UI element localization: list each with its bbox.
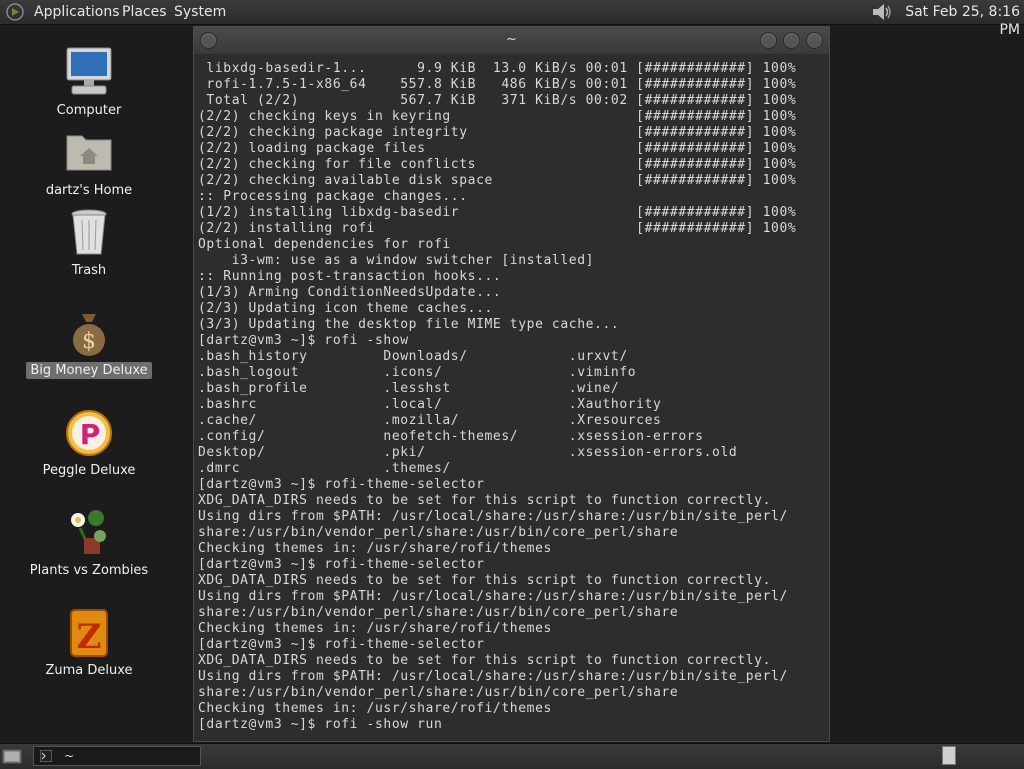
desktop-icon-zuma[interactable]: Z Zuma Deluxe [20, 606, 158, 679]
terminal-line: [dartz@vm3 ~]$ rofi -show run [198, 717, 443, 732]
terminal-line: [dartz@vm3 ~]$ rofi -show [198, 333, 409, 348]
terminal-line: (1/3) Arming ConditionNeedsUpdate... [198, 285, 502, 300]
svg-text:P: P [80, 418, 101, 451]
taskbar-item-label: ~ [64, 749, 75, 763]
terminal-line: (2/2) loading package files [###########… [198, 141, 797, 156]
terminal-window[interactable]: ~ libxdg-basedir-1... 9.9 KiB 13.0 KiB/s… [193, 26, 830, 742]
terminal-line: Using dirs from $PATH: /usr/local/share:… [198, 669, 788, 684]
terminal-line: (2/2) checking available disk space [###… [198, 173, 797, 188]
window-title: ~ [506, 32, 517, 47]
menu-places[interactable]: Places [122, 3, 167, 21]
desktop-icon-label: dartz's Home [45, 183, 133, 198]
terminal-line: (2/2) checking keys in keyring [########… [198, 109, 797, 124]
workspace-switcher[interactable] [942, 746, 956, 765]
terminal-line: (1/2) installing libxdg-basedir [#######… [198, 205, 797, 220]
terminal-line: XDG_DATA_DIRS needs to be set for this s… [198, 493, 772, 508]
terminal-line: Checking themes in: /usr/share/rofi/them… [198, 621, 552, 636]
minimize-button[interactable] [760, 32, 777, 49]
maximize-button[interactable] [783, 32, 800, 49]
terminal-line: i3-wm: use as a window switcher [install… [198, 253, 595, 268]
desktop-icon-label: Computer [56, 103, 122, 118]
terminal-line: .bash_history Downloads/ .urxvt/ [198, 349, 628, 364]
speaker-icon[interactable] [872, 3, 894, 21]
bottom-panel: ~ [0, 743, 1024, 769]
clock[interactable]: Sat Feb 25, 8:16 PM [900, 3, 1020, 39]
terminal-line: .bash_profile .lesshst .wine/ [198, 381, 620, 396]
terminal-line: Using dirs from $PATH: /usr/local/share:… [198, 589, 788, 604]
zuma-icon: Z [70, 609, 108, 657]
terminal-line: [dartz@vm3 ~]$ rofi-theme-selector [198, 557, 485, 572]
terminal-line: [dartz@vm3 ~]$ rofi-theme-selector [198, 637, 485, 652]
terminal-output[interactable]: libxdg-basedir-1... 9.9 KiB 13.0 KiB/s 0… [198, 61, 826, 737]
peggle-icon: P [66, 410, 112, 456]
desktop-icon-peggle[interactable]: P Peggle Deluxe [20, 406, 158, 479]
terminal-line: XDG_DATA_DIRS needs to be set for this s… [198, 653, 772, 668]
desktop-icon-big-money[interactable]: $ Big Money Deluxe [20, 306, 158, 379]
terminal-line: share:/usr/bin/vendor_perl/share:/usr/bi… [198, 525, 679, 540]
terminal-line: (2/3) Updating icon theme caches... [198, 301, 493, 316]
computer-icon [66, 47, 112, 95]
terminal-line: [dartz@vm3 ~]$ rofi-theme-selector [198, 477, 485, 492]
money-bag-icon: $ [73, 314, 105, 356]
terminal-line: XDG_DATA_DIRS needs to be set for this s… [198, 573, 772, 588]
terminal-line: .bashrc .local/ .Xauthority [198, 397, 662, 412]
terminal-line: Optional dependencies for rofi [198, 237, 451, 252]
menu-system[interactable]: System [174, 3, 226, 21]
terminal-line: .dmrc .themes/ [198, 461, 451, 476]
trash-icon [71, 209, 107, 255]
terminal-line: Checking themes in: /usr/share/rofi/them… [198, 541, 552, 556]
home-folder-icon [66, 135, 112, 171]
terminal-line: Total (2/2) 567.7 KiB 371 KiB/s 00:02 [#… [198, 93, 797, 108]
terminal-line: .bash_logout .icons/ .viminfo [198, 365, 637, 380]
terminal-line: (3/3) Updating the desktop file MIME typ… [198, 317, 620, 332]
terminal-line: share:/usr/bin/vendor_perl/share:/usr/bi… [198, 605, 679, 620]
menu-applications[interactable]: Applications [34, 3, 120, 21]
terminal-line: (2/2) checking for file conflicts [#####… [198, 157, 797, 172]
terminal-line: share:/usr/bin/vendor_perl/share:/usr/bi… [198, 685, 679, 700]
terminal-line: Using dirs from $PATH: /usr/local/share:… [198, 509, 788, 524]
terminal-line: libxdg-basedir-1... 9.9 KiB 13.0 KiB/s 0… [198, 61, 797, 76]
desktop-icon-computer[interactable]: Computer [20, 46, 158, 119]
terminal-line: :: Running post-transaction hooks... [198, 269, 502, 284]
terminal-line: .config/ neofetch-themes/ .xsession-erro… [198, 429, 704, 444]
desktop-icon-label: Peggle Deluxe [42, 463, 136, 478]
terminal-line: (2/2) checking package integrity [######… [198, 125, 797, 140]
top-panel: Applications Places System Sat Feb 25, 8… [0, 0, 1024, 38]
close-button[interactable] [806, 32, 823, 49]
desktop-icon-label: Big Money Deluxe [26, 362, 152, 379]
desktop-icon-label: Plants vs Zombies [29, 563, 149, 578]
gnome-foot-icon[interactable] [6, 3, 24, 21]
terminal-icon [40, 750, 52, 762]
desktop-icon-label: Zuma Deluxe [45, 663, 133, 678]
desktop-icon-pvz[interactable]: Plants vs Zombies [20, 506, 158, 579]
desktop-icon-trash[interactable]: Trash [20, 206, 158, 279]
terminal-line: .cache/ .mozilla/ .Xresources [198, 413, 662, 428]
desktop-icon-label: Trash [71, 263, 107, 278]
svg-text:$: $ [82, 329, 96, 354]
terminal-line: :: Processing package changes... [198, 189, 468, 204]
terminal-line: Desktop/ .pki/ .xsession-errors.old [198, 445, 738, 460]
terminal-line: rofi-1.7.5-1-x86_64 557.8 KiB 486 KiB/s … [198, 77, 797, 92]
taskbar-item-terminal[interactable]: ~ [33, 746, 201, 766]
terminal-line: Checking themes in: /usr/share/rofi/them… [198, 701, 552, 716]
show-desktop-icon[interactable] [2, 747, 22, 765]
terminal-titlebar[interactable]: ~ [194, 27, 829, 54]
svg-text:Z: Z [77, 617, 102, 657]
plants-vs-zombies-icon [71, 510, 106, 555]
terminal-line: (2/2) installing rofi [############] 100… [198, 221, 797, 236]
desktop-icon-home[interactable]: dartz's Home [20, 126, 158, 199]
